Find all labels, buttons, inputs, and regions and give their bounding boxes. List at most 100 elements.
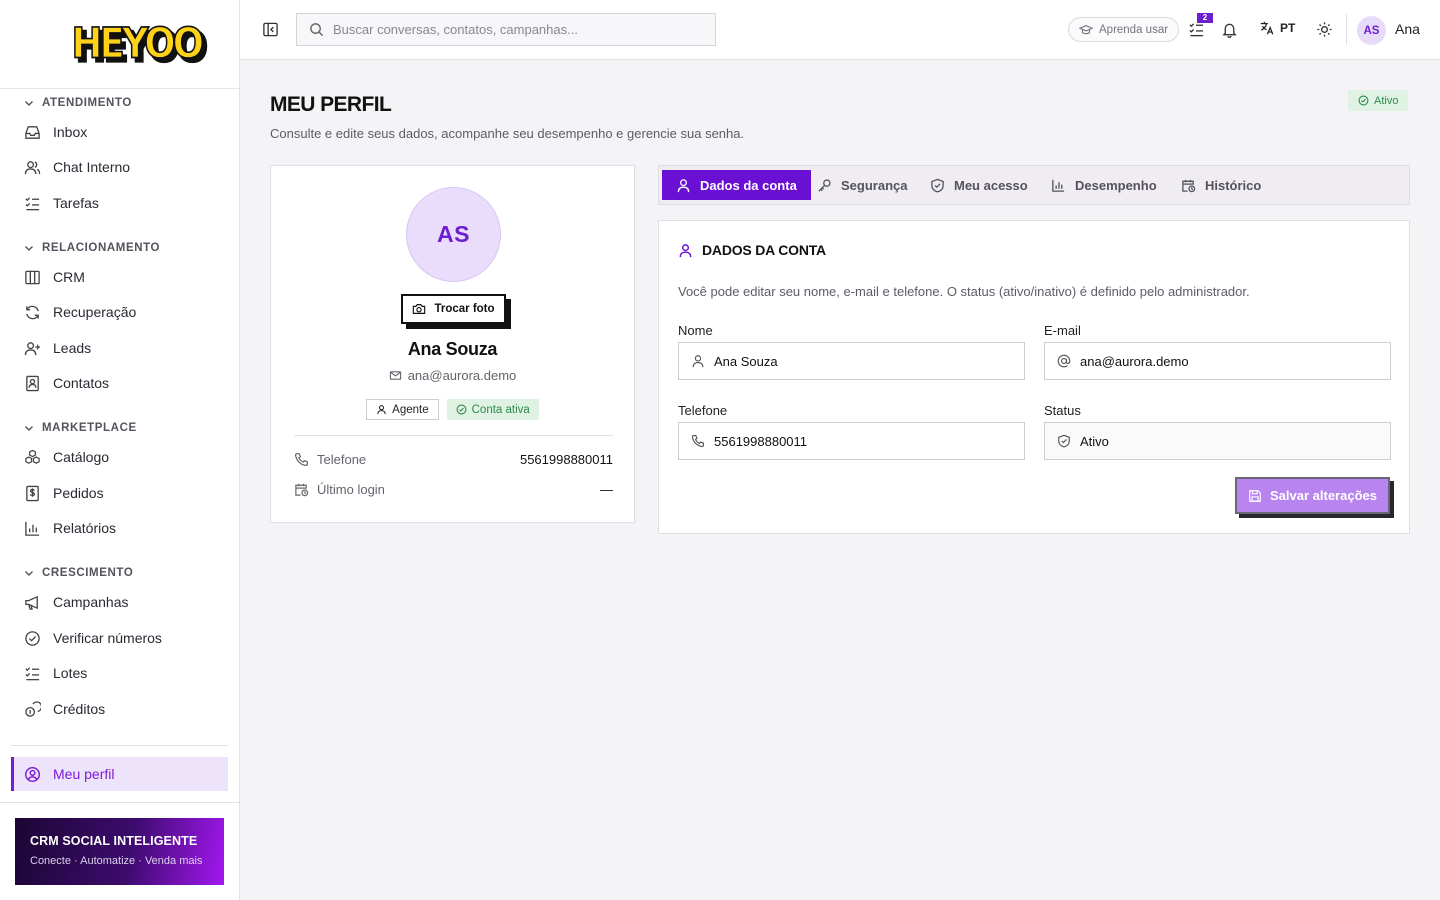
bar-chart-icon bbox=[1052, 179, 1065, 192]
tab-dados-da-conta[interactable]: Dados da conta bbox=[662, 170, 811, 200]
sidebar: HEYOO HEYOO ATENDIMENTO Inbox Chat Inter… bbox=[0, 0, 240, 900]
profile-last-login-row: Último login — bbox=[294, 482, 613, 497]
tasks-icon[interactable] bbox=[1188, 21, 1205, 38]
sidebar-item-label: CRM bbox=[53, 269, 85, 285]
sun-icon[interactable] bbox=[1316, 21, 1333, 38]
email-input[interactable] bbox=[1080, 353, 1380, 369]
form-description: Você pode editar seu nome, e-mail e tele… bbox=[678, 284, 1250, 299]
shield-check-icon bbox=[1058, 434, 1070, 448]
tab-historico[interactable]: Histórico bbox=[1167, 170, 1275, 200]
sidebar-item-inbox[interactable]: Inbox bbox=[24, 120, 87, 144]
language-switcher[interactable]: PT bbox=[1259, 20, 1295, 36]
check-circle-icon bbox=[1358, 95, 1369, 106]
header-separator bbox=[1346, 14, 1347, 45]
change-photo-button[interactable]: Trocar foto bbox=[401, 294, 506, 324]
sidebar-item-label: Relatórios bbox=[53, 520, 117, 536]
status-field bbox=[1044, 422, 1391, 460]
sidebar-item-pedidos[interactable]: Pedidos bbox=[24, 481, 104, 505]
user-circle-icon bbox=[24, 766, 41, 782]
sidebar-item-label: Catálogo bbox=[53, 449, 110, 465]
key-icon bbox=[818, 178, 831, 192]
save-icon bbox=[1249, 489, 1261, 502]
user-name[interactable]: Ana bbox=[1395, 21, 1420, 37]
sidebar-item-catalogo[interactable]: Catálogo bbox=[24, 445, 109, 469]
brand-logo[interactable]: HEYOO HEYOO bbox=[71, 19, 209, 73]
section-relacionamento[interactable]: RELACIONAMENTO bbox=[24, 242, 160, 254]
calendar-clock-icon bbox=[1182, 179, 1196, 192]
boxes-icon bbox=[25, 449, 40, 464]
form-heading: DADOS DA CONTA bbox=[678, 242, 826, 258]
refresh-icon bbox=[26, 305, 39, 319]
section-label: CRESCIMENTO bbox=[42, 567, 134, 579]
translate-icon bbox=[1260, 21, 1274, 35]
sidebar-item-recuperacao[interactable]: Recuperação bbox=[24, 300, 136, 324]
sidebar-item-contatos[interactable]: Contatos bbox=[24, 371, 109, 395]
nav-divider bbox=[11, 745, 228, 746]
email-label: E-mail bbox=[1044, 323, 1081, 338]
sidebar-item-leads[interactable]: Leads bbox=[24, 336, 91, 360]
phone-label: Telefone bbox=[317, 452, 367, 467]
status-badge: Ativo bbox=[1348, 90, 1409, 111]
list-checks-icon bbox=[25, 196, 40, 210]
sidebar-item-creditos[interactable]: Créditos bbox=[24, 697, 105, 721]
user-icon bbox=[692, 355, 704, 368]
sidebar-collapse-icon[interactable] bbox=[262, 21, 279, 38]
profile-tabs: Dados da conta Segurança Meu acesso Dese… bbox=[658, 165, 1410, 205]
coins-icon bbox=[25, 700, 41, 717]
phone-icon bbox=[294, 453, 308, 467]
receipt-dollar-icon bbox=[26, 485, 39, 501]
section-marketplace[interactable]: MARKETPLACE bbox=[24, 422, 137, 434]
sidebar-item-label: Recuperação bbox=[53, 304, 137, 320]
name-field[interactable] bbox=[678, 342, 1025, 380]
sidebar-item-crm[interactable]: CRM bbox=[24, 265, 85, 289]
sidebar-item-label: Chat Interno bbox=[53, 159, 131, 175]
name-label: Nome bbox=[678, 323, 713, 338]
search-input[interactable] bbox=[333, 22, 693, 37]
email-field[interactable] bbox=[1044, 342, 1391, 380]
sidebar-item-chat-interno[interactable]: Chat Interno bbox=[24, 155, 130, 179]
tab-desempenho[interactable]: Desempenho bbox=[1037, 170, 1171, 200]
role-badge: Agente bbox=[366, 399, 439, 420]
promo-banner[interactable]: CRM SOCIAL INTELIGENTE Conecte · Automat… bbox=[15, 818, 224, 885]
sidebar-item-campanhas[interactable]: Campanhas bbox=[24, 590, 129, 614]
tab-meu-acesso[interactable]: Meu acesso bbox=[916, 170, 1042, 200]
sidebar-item-label: Lotes bbox=[53, 665, 88, 681]
global-search[interactable] bbox=[296, 13, 716, 46]
sidebar-item-relatorios[interactable]: Relatórios bbox=[24, 516, 116, 540]
learn-label: Aprenda usar bbox=[1099, 23, 1169, 36]
phone-field[interactable] bbox=[678, 422, 1025, 460]
check-circle-icon bbox=[456, 404, 467, 415]
list-checks-icon bbox=[25, 666, 40, 680]
user-avatar[interactable]: AS bbox=[1357, 16, 1386, 45]
learn-button[interactable]: Aprenda usar bbox=[1068, 17, 1180, 42]
last-login-label: Último login bbox=[317, 482, 385, 497]
sidebar-item-verificar-numeros[interactable]: Verificar números bbox=[24, 626, 162, 650]
sidebar-item-label: Meu perfil bbox=[53, 766, 115, 782]
shield-check-icon bbox=[931, 178, 944, 193]
section-crescimento[interactable]: CRESCIMENTO bbox=[24, 567, 133, 579]
sidebar-item-meu-perfil[interactable]: Meu perfil bbox=[11, 757, 228, 791]
sidebar-item-label: Leads bbox=[53, 340, 92, 356]
language-code: PT bbox=[1280, 21, 1296, 35]
chevron-down-icon bbox=[25, 426, 33, 431]
save-changes-button[interactable]: Salvar alterações bbox=[1235, 477, 1390, 514]
page-subtitle: Consulte e edite seus dados, acompanhe s… bbox=[270, 126, 745, 141]
sidebar-item-tarefas[interactable]: Tarefas bbox=[24, 191, 99, 215]
bar-chart-icon bbox=[25, 521, 40, 536]
profile-email-text: ana@aurora.demo bbox=[407, 368, 517, 383]
section-atendimento[interactable]: ATENDIMENTO bbox=[24, 97, 132, 109]
megaphone-icon bbox=[25, 595, 38, 610]
phone-input[interactable] bbox=[714, 433, 1014, 449]
sidebar-item-lotes[interactable]: Lotes bbox=[24, 661, 87, 685]
phone-label: Telefone bbox=[678, 403, 728, 418]
sidebar-item-label: Inbox bbox=[53, 124, 88, 140]
sidebar-item-label: Créditos bbox=[53, 701, 106, 717]
contact-book-icon bbox=[26, 375, 39, 391]
tab-label: Histórico bbox=[1205, 177, 1262, 193]
bell-icon[interactable] bbox=[1221, 21, 1238, 38]
account-status-label: Conta ativa bbox=[471, 403, 530, 416]
name-input[interactable] bbox=[714, 353, 1014, 369]
sidebar-item-label: Campanhas bbox=[53, 594, 129, 610]
graduation-cap-icon bbox=[1079, 24, 1093, 34]
tab-seguranca[interactable]: Segurança bbox=[803, 170, 921, 200]
